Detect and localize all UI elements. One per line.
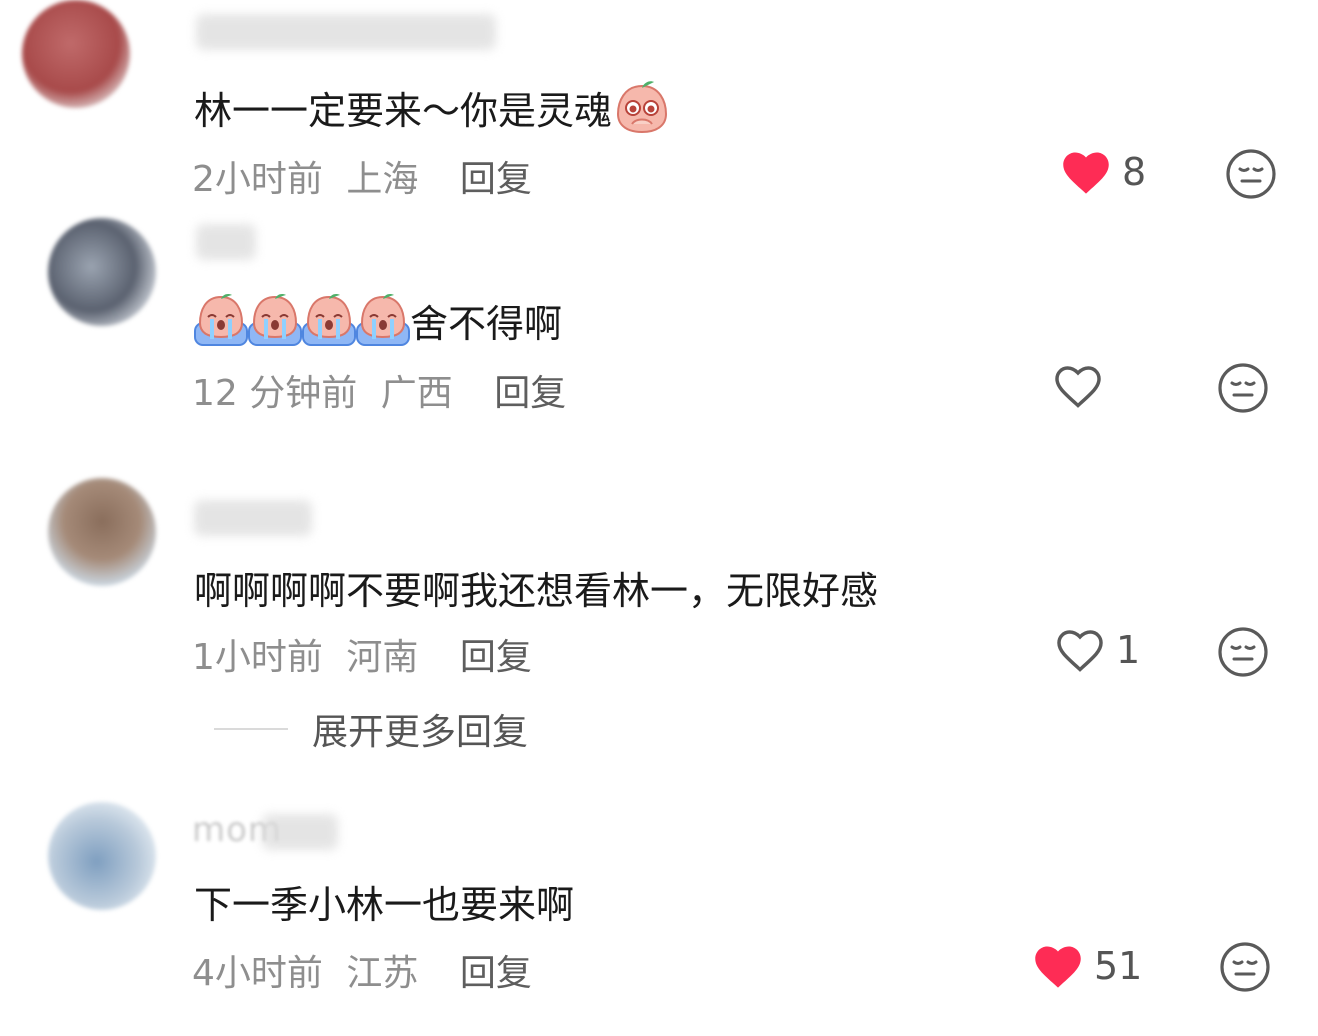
avatar[interactable] (48, 478, 156, 586)
username-redacted (194, 500, 312, 536)
like-button[interactable]: 1 (1054, 626, 1140, 674)
comment-text: 林一一定要来～你是灵魂 (194, 81, 670, 134)
meh-face-icon[interactable] (1219, 941, 1271, 993)
reply-button[interactable]: 回复 (460, 637, 532, 678)
crying-peach-sticker (302, 294, 356, 346)
comment-meta: 1小时前 河南 回复 (192, 628, 532, 680)
avatar[interactable] (48, 802, 156, 910)
meh-face-icon[interactable] (1217, 362, 1269, 414)
username-redacted (196, 14, 496, 50)
comment-meta: 12 分钟前 广西 回复 (192, 364, 566, 416)
expand-replies-label: 展开更多回复 (312, 712, 529, 753)
comment-text-content: 林一一定要来～你是灵魂 (194, 88, 613, 133)
heart-outline-icon (1055, 366, 1101, 408)
comment-time: 12 分钟前 (192, 373, 358, 414)
comment-time: 1小时前 (192, 637, 323, 678)
like-count: 8 (1122, 150, 1147, 194)
crying-peach-sticker (248, 294, 302, 346)
heart-filled-icon (1063, 152, 1109, 194)
meh-face-icon[interactable] (1225, 148, 1277, 200)
comment-location: 广西 (380, 373, 453, 414)
comment-text-content: 下一季小林一也要来啊 (194, 882, 575, 927)
heart-outline-icon (1057, 630, 1103, 672)
meh-face-icon[interactable] (1217, 626, 1269, 678)
like-button[interactable] (1052, 362, 1114, 410)
like-button[interactable]: 51 (1032, 942, 1142, 990)
username-redacted (196, 224, 256, 260)
crying-peach-sticker (356, 294, 410, 346)
comment-time: 4小时前 (192, 953, 323, 994)
pleading-peach-sticker (617, 81, 668, 134)
crying-peach-sticker (194, 294, 248, 346)
reply-button[interactable]: 回复 (460, 159, 532, 200)
comment-time: 2小时前 (192, 159, 323, 200)
divider (214, 728, 288, 730)
comment-text-content: 啊啊啊啊不要啊我还想看林一，无限好感 (194, 568, 879, 613)
comment-meta: 4小时前 江苏 回复 (192, 944, 532, 996)
heart-filled-icon (1035, 946, 1081, 988)
comment-text: 舍不得啊 (194, 292, 562, 348)
like-count: 51 (1094, 944, 1143, 988)
reply-button[interactable]: 回复 (494, 373, 566, 414)
comment-location: 江苏 (346, 953, 419, 994)
expand-replies-button[interactable]: 展开更多回复 (214, 703, 528, 755)
comment-text-content: 舍不得啊 (410, 301, 563, 346)
comment-text: 啊啊啊啊不要啊我还想看林一，无限好感 (194, 562, 879, 613)
reply-button[interactable]: 回复 (460, 953, 532, 994)
comment-meta: 2小时前 上海 回复 (192, 150, 532, 202)
like-count: 1 (1116, 628, 1141, 672)
username-redacted (262, 814, 338, 850)
comment-location: 河南 (346, 637, 419, 678)
comment-location: 上海 (346, 159, 419, 200)
comment-text: 下一季小林一也要来啊 (194, 876, 575, 927)
avatar[interactable] (22, 0, 130, 108)
avatar[interactable] (48, 218, 156, 326)
like-button[interactable]: 8 (1060, 148, 1146, 196)
